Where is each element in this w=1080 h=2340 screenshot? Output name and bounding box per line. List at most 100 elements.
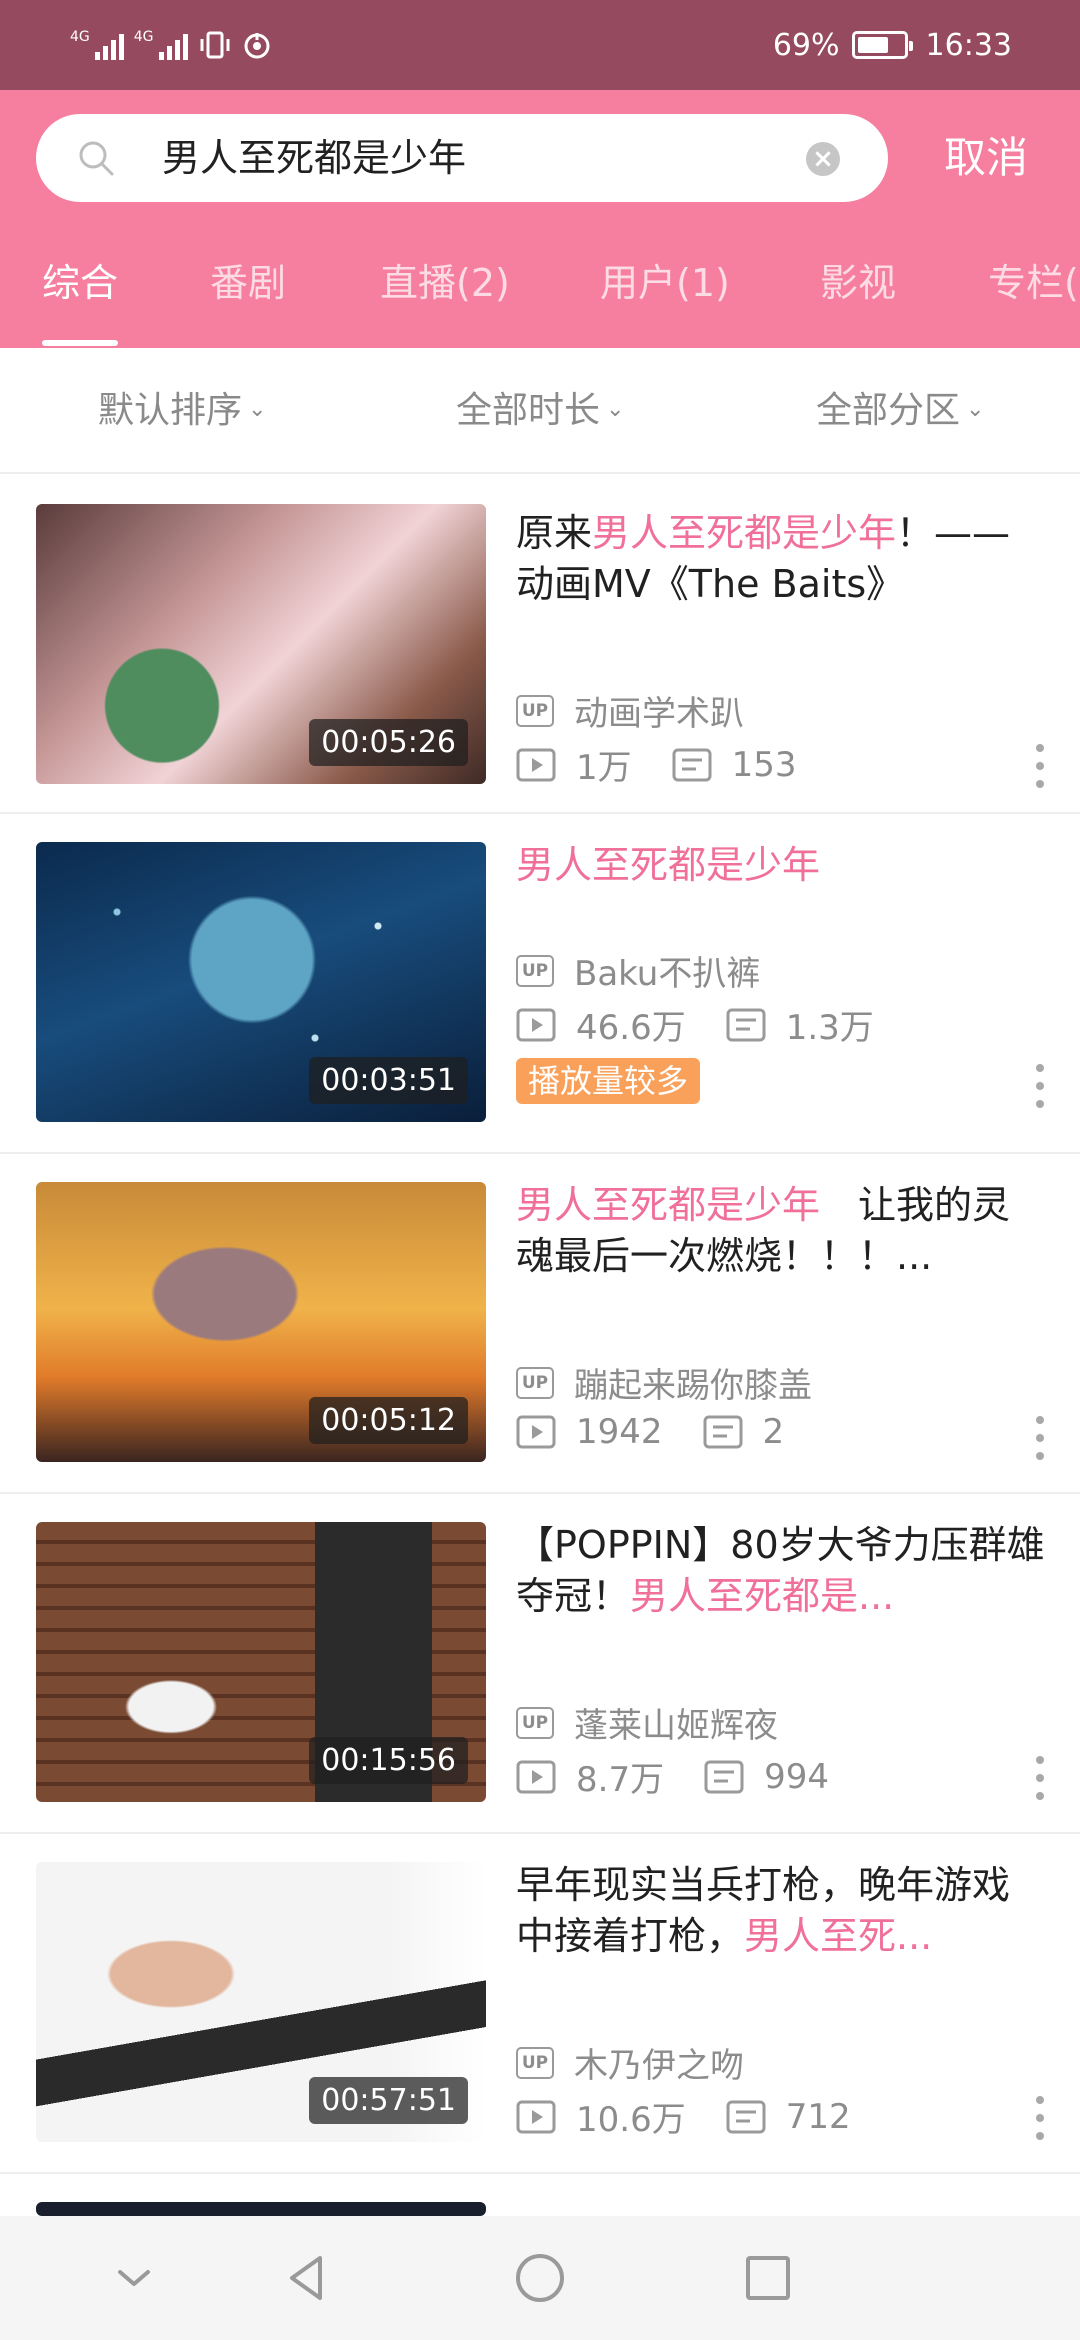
view-count: 10.6万: [576, 2100, 686, 2140]
popular-badge: 播放量较多: [516, 1058, 701, 1104]
chevron-down-icon: ⌄: [966, 397, 985, 422]
chevron-down-icon: ⌄: [248, 397, 267, 422]
more-options-icon[interactable]: [1034, 744, 1046, 788]
video-thumbnail[interactable]: 00:05:12: [36, 1182, 486, 1462]
video-item[interactable]: 00:15:56 【POPPIN】80岁大爷力压群雄夺冠！男人至死都是... U…: [0, 1494, 1080, 1834]
video-item[interactable]: 00:05:12 男人至死都是少年 让我的灵魂最后一次燃烧！！！... UP 蹦起…: [0, 1154, 1080, 1494]
video-duration: 00:05:26: [309, 719, 468, 766]
play-count-icon: [516, 1760, 556, 1793]
up-badge: UP: [516, 954, 554, 987]
video-title[interactable]: 早年现实当兵打枪，晚年游戏中接着打枪，男人至死...: [516, 1860, 1046, 1962]
uploader-name[interactable]: 蓬莱山姬辉夜: [574, 1698, 778, 1747]
tab-users[interactable]: 用户(1): [600, 238, 730, 348]
search-icon: [79, 141, 114, 176]
danmaku-count-icon: [726, 1008, 766, 1041]
nfc-icon: [244, 33, 270, 59]
battery-percent: 69%: [772, 27, 840, 63]
video-item[interactable]: 00:57:51 早年现实当兵打枪，晚年游戏中接着打枪，男人至死... UP 木乃…: [0, 1834, 1080, 2174]
play-count-icon: [516, 748, 556, 781]
view-count: 8.7万: [576, 1760, 665, 1800]
video-title[interactable]: 男人至死都是少年: [516, 840, 1046, 891]
category-filter-label: 全部分区: [816, 390, 961, 431]
danmaku-count: 712: [785, 2096, 851, 2137]
vibrate-icon: [200, 31, 230, 59]
battery-icon: [851, 31, 913, 59]
cancel-button[interactable]: 取消: [944, 114, 1028, 202]
danmaku-count: 2: [762, 1412, 785, 1452]
view-count: 1万: [576, 748, 632, 788]
more-options-icon[interactable]: [1034, 1416, 1046, 1460]
video-item[interactable]: 00:05:26 原来男人至死都是少年！——动画MV《The Baits》 UP…: [0, 474, 1080, 814]
stats-row: 46.6万 1.3万: [516, 1000, 874, 1049]
video-duration: 00:15:56: [309, 1737, 468, 1784]
system-navigation-bar: [0, 2216, 1080, 2340]
tab-film[interactable]: 影视: [820, 238, 896, 348]
network-type-label: 4G: [70, 29, 90, 45]
more-options-icon[interactable]: [1034, 1756, 1046, 1800]
filter-bar: 默认排序 ⌄ 全部时长 ⌄ 全部分区 ⌄: [0, 348, 1080, 474]
stats-row: 10.6万 712: [516, 2092, 851, 2141]
status-bar: 4G 4G 69% 16:33: [0, 0, 1080, 90]
play-count-icon: [516, 1008, 556, 1041]
sort-filter[interactable]: 默认排序 ⌄: [98, 348, 266, 474]
uploader-row: UP 蹦起来踢你膝盖: [516, 1358, 812, 1407]
danmaku-count: 994: [764, 1756, 829, 1797]
video-title[interactable]: 原来男人至死都是少年！——动画MV《The Baits》: [516, 508, 1046, 610]
category-filter[interactable]: 全部分区 ⌄: [816, 348, 984, 474]
uploader-row: UP Baku不扒裤: [516, 946, 760, 995]
video-thumbnail[interactable]: 00:03:51: [36, 842, 486, 1122]
video-thumbnail[interactable]: 00:57:51: [36, 1862, 486, 2142]
video-title[interactable]: 【POPPIN】80岁大爷力压群雄夺冠！男人至死都是...: [516, 1520, 1046, 1622]
danmaku-count-icon: [726, 2100, 766, 2133]
up-badge: UP: [516, 1366, 554, 1399]
uploader-row: UP 蓬莱山姬辉夜: [516, 1698, 778, 1747]
stats-row: 8.7万 994: [516, 1752, 829, 1801]
search-header: 男人至死都是少年 × 取消 综合 番剧 直播(2) 用户(1) 影视 专栏(: [0, 90, 1080, 348]
more-options-icon[interactable]: [1034, 1064, 1046, 1108]
signal-icon: 4G: [134, 30, 188, 60]
more-options-icon[interactable]: [1034, 2096, 1046, 2140]
view-count: 1942: [576, 1412, 663, 1452]
duration-filter-label: 全部时长: [456, 390, 601, 431]
chevron-down-icon: ⌄: [606, 397, 625, 422]
uploader-name[interactable]: 蹦起来踢你膝盖: [574, 1358, 812, 1407]
video-title[interactable]: 男人至死都是少年 让我的灵魂最后一次燃烧！！！...: [516, 1180, 1046, 1282]
uploader-name[interactable]: 动画学术趴: [574, 686, 744, 735]
uploader-row: UP 动画学术趴: [516, 686, 744, 735]
uploader-name[interactable]: 木乃伊之吻: [574, 2038, 744, 2087]
danmaku-count-icon: [704, 1760, 744, 1793]
recents-icon[interactable]: [736, 2246, 800, 2310]
stats-row: 1942 2: [516, 1412, 784, 1452]
danmaku-count: 1.3万: [785, 1008, 874, 1048]
status-bar-left: 4G 4G: [70, 22, 272, 68]
danmaku-count: 153: [731, 744, 797, 785]
up-badge: UP: [516, 2046, 554, 2079]
stats-row: 1万 153: [516, 740, 797, 789]
tab-articles[interactable]: 专栏(: [988, 238, 1079, 348]
play-count-icon: [516, 2100, 556, 2133]
tab-live[interactable]: 直播(2): [380, 238, 510, 348]
sort-filter-label: 默认排序: [98, 390, 243, 431]
search-input[interactable]: 男人至死都是少年 ×: [36, 114, 888, 202]
up-badge: UP: [516, 694, 554, 727]
uploader-name[interactable]: Baku不扒裤: [574, 946, 760, 995]
up-badge: UP: [516, 1706, 554, 1739]
duration-filter[interactable]: 全部时长 ⌄: [456, 348, 624, 474]
home-icon[interactable]: [508, 2246, 572, 2310]
video-item[interactable]: 00:03:51 男人至死都是少年 UP Baku不扒裤 46.6万 1.3万 播…: [0, 814, 1080, 1154]
network-type-label: 4G: [133, 29, 154, 45]
video-item[interactable]: [0, 2174, 1080, 2216]
video-thumbnail[interactable]: 00:15:56: [36, 1522, 486, 1802]
tab-bangumi[interactable]: 番剧: [210, 238, 286, 348]
tab-all[interactable]: 综合: [42, 238, 119, 348]
video-duration: 00:57:51: [309, 2077, 468, 2124]
search-tabs: 综合 番剧 直播(2) 用户(1) 影视 专栏(: [0, 238, 1080, 348]
video-thumbnail[interactable]: 00:05:26: [36, 504, 486, 784]
video-thumbnail[interactable]: [36, 2202, 486, 2216]
back-icon[interactable]: [276, 2246, 340, 2310]
search-query-text[interactable]: 男人至死都是少年: [162, 114, 466, 202]
danmaku-count-icon: [703, 1415, 743, 1449]
uploader-row: UP 木乃伊之吻: [516, 2038, 744, 2087]
collapse-chevron-icon[interactable]: [102, 2246, 166, 2310]
clear-icon[interactable]: ×: [806, 142, 840, 176]
